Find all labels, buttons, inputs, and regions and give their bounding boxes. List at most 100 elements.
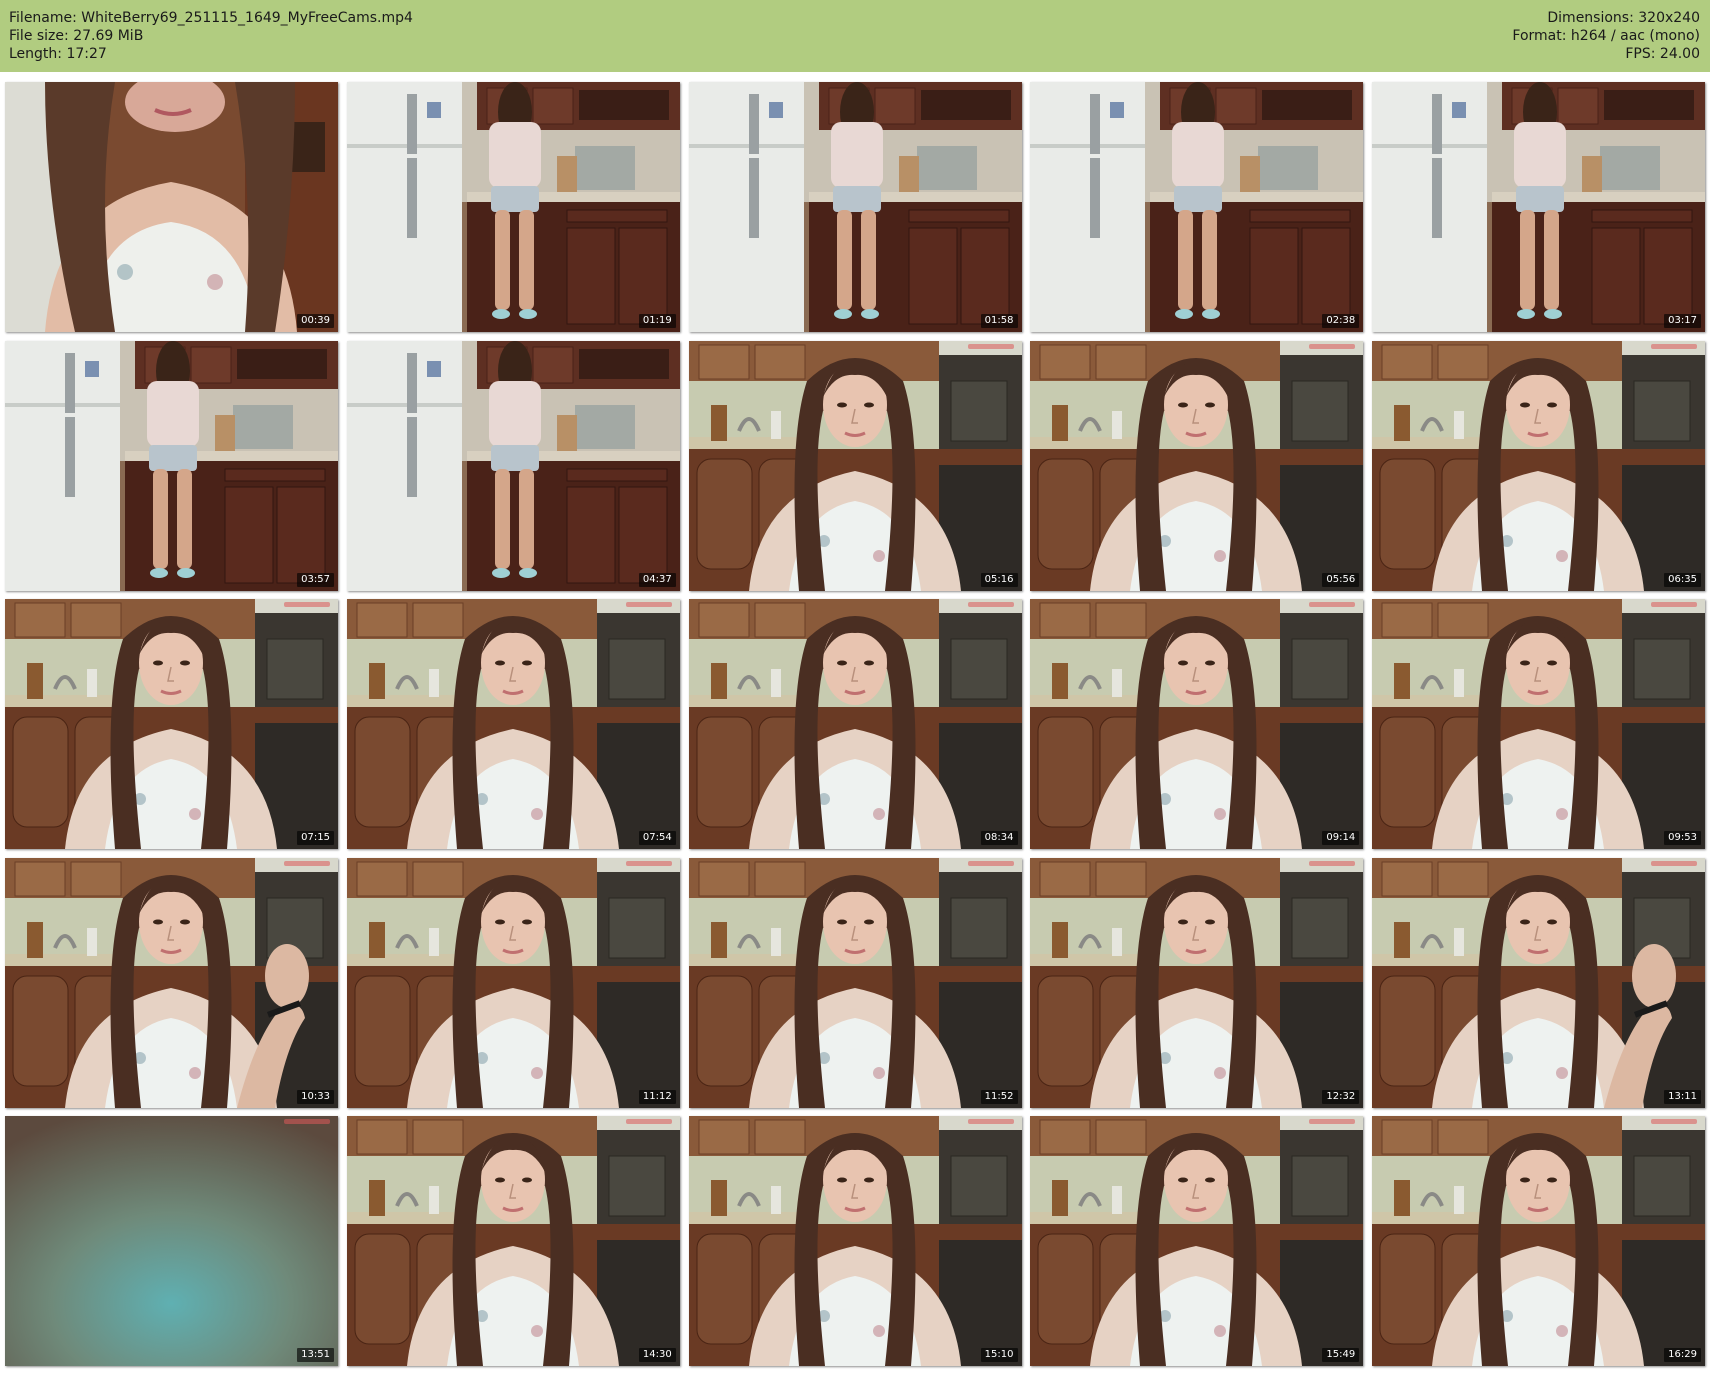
filename-label: Filename: WhiteBerry69_251115_1649_MyFre… xyxy=(9,10,413,26)
fps-label: FPS: 24.00 xyxy=(1625,46,1700,62)
thumbnail-frame: 07:15 xyxy=(5,599,338,849)
watermark-mark xyxy=(1651,602,1697,607)
thumbnail-frame: 14:30 xyxy=(346,1116,680,1366)
frame-timestamp: 01:19 xyxy=(638,314,676,328)
thumbnail-frame: 01:58 xyxy=(688,82,1022,332)
file-info-right: Dimensions: 320x240 Format: h264 / aac (… xyxy=(1512,9,1700,63)
video-frame-image xyxy=(5,340,338,591)
thumbnail-frame: 05:16 xyxy=(688,340,1022,591)
thumbnail-frame: 12:32 xyxy=(1030,857,1364,1108)
thumbnail-frame: 09:53 xyxy=(1372,599,1705,849)
format-label: Format: h264 / aac (mono) xyxy=(1512,28,1700,44)
video-frame-image xyxy=(1030,857,1364,1108)
thumbnail-frame: 11:12 xyxy=(346,857,680,1108)
thumbnail-frame: 10:33 xyxy=(5,857,338,1108)
dimensions-label: Dimensions: 320x240 xyxy=(1547,10,1700,26)
thumbnail-frame: 09:14 xyxy=(1030,599,1364,849)
thumbnail-frame: 15:10 xyxy=(688,1116,1022,1366)
filesize-label: File size: 27.69 MiB xyxy=(9,28,144,44)
frame-timestamp: 04:37 xyxy=(638,572,676,587)
video-frame-image xyxy=(5,599,338,849)
frame-timestamp: 11:12 xyxy=(638,1089,676,1104)
video-frame-image xyxy=(5,82,338,332)
video-frame-image xyxy=(1030,82,1364,332)
video-frame-image xyxy=(346,857,680,1108)
thumbnail-frame: 13:51 xyxy=(5,1116,338,1366)
thumbnail-frame: 01:19 xyxy=(346,82,680,332)
video-frame-image xyxy=(688,857,1022,1108)
video-frame-image xyxy=(346,599,680,849)
watermark-mark xyxy=(967,602,1014,607)
watermark-mark xyxy=(1651,343,1697,349)
thumbnail-frame: 02:38 xyxy=(1030,82,1364,332)
thumbnail-frame: 16:29 xyxy=(1372,1116,1705,1366)
frame-timestamp: 07:15 xyxy=(297,831,334,845)
video-frame-image xyxy=(1372,82,1705,332)
thumbnail-frame: 00:39 xyxy=(5,82,338,332)
frame-timestamp: 05:16 xyxy=(980,572,1018,587)
frame-timestamp: 05:56 xyxy=(1322,572,1360,587)
thumbnail-frame: 08:34 xyxy=(688,599,1022,849)
length-label: Length: 17:27 xyxy=(9,46,107,62)
thumbnail-frame: 05:56 xyxy=(1030,340,1364,591)
file-info-left: Filename: WhiteBerry69_251115_1649_MyFre… xyxy=(9,9,413,63)
video-frame-image xyxy=(688,1116,1022,1366)
frame-timestamp: 10:33 xyxy=(297,1089,334,1104)
frame-timestamp: 12:32 xyxy=(1322,1089,1360,1104)
thumbnail-grid: 00:39 01:19 01:58 02:38 03:17 03:57 04:3… xyxy=(5,82,1707,1370)
thumbnail-frame: 15:49 xyxy=(1030,1116,1364,1366)
video-frame-image xyxy=(5,1116,338,1366)
video-frame-image xyxy=(1372,340,1705,591)
video-frame-image xyxy=(346,82,680,332)
frame-timestamp: 02:38 xyxy=(1322,314,1360,328)
frame-timestamp: 09:53 xyxy=(1664,831,1701,845)
video-frame-image xyxy=(688,82,1022,332)
frame-timestamp: 15:49 xyxy=(1322,1348,1360,1362)
frame-timestamp: 13:51 xyxy=(297,1348,334,1362)
watermark-mark xyxy=(1309,602,1356,607)
watermark-mark xyxy=(1309,1119,1356,1124)
video-frame-image xyxy=(1372,857,1705,1108)
info-header: Filename: WhiteBerry69_251115_1649_MyFre… xyxy=(0,0,1710,72)
video-frame-image xyxy=(1030,340,1364,591)
thumbnail-frame: 07:54 xyxy=(346,599,680,849)
thumbnail-frame: 06:35 xyxy=(1372,340,1705,591)
frame-timestamp: 11:52 xyxy=(980,1089,1018,1104)
frame-timestamp: 16:29 xyxy=(1664,1348,1701,1362)
frame-timestamp: 14:30 xyxy=(638,1348,676,1362)
watermark-mark xyxy=(284,860,330,866)
watermark-mark xyxy=(284,602,330,607)
thumbnail-frame: 04:37 xyxy=(346,340,680,591)
watermark-mark xyxy=(625,602,672,607)
video-frame-image xyxy=(1372,599,1705,849)
frame-timestamp: 08:34 xyxy=(980,831,1018,845)
video-frame-image xyxy=(688,599,1022,849)
video-frame-image xyxy=(688,340,1022,591)
watermark-mark xyxy=(967,1119,1014,1124)
watermark-mark xyxy=(625,1119,672,1124)
watermark-mark xyxy=(1651,1119,1697,1124)
watermark-mark xyxy=(625,860,672,866)
frame-timestamp: 07:54 xyxy=(638,831,676,845)
thumbnail-frame: 13:11 xyxy=(1372,857,1705,1108)
video-frame-image xyxy=(1030,599,1364,849)
frame-timestamp: 13:11 xyxy=(1664,1089,1701,1104)
video-frame-image xyxy=(5,857,338,1108)
video-frame-image xyxy=(1372,1116,1705,1366)
video-frame-image xyxy=(346,1116,680,1366)
thumbnail-frame: 03:57 xyxy=(5,340,338,591)
watermark-mark xyxy=(967,860,1014,866)
thumbnail-frame: 03:17 xyxy=(1372,82,1705,332)
frame-timestamp: 06:35 xyxy=(1664,572,1701,587)
video-frame-image xyxy=(1030,1116,1364,1366)
thumbnail-frame: 11:52 xyxy=(688,857,1022,1108)
watermark-mark xyxy=(967,343,1014,349)
frame-timestamp: 09:14 xyxy=(1322,831,1360,845)
frame-timestamp: 00:39 xyxy=(297,314,334,328)
frame-timestamp: 15:10 xyxy=(980,1348,1018,1362)
frame-timestamp: 03:57 xyxy=(297,572,334,587)
frame-timestamp: 03:17 xyxy=(1664,314,1701,328)
watermark-mark xyxy=(284,1119,330,1124)
watermark-mark xyxy=(1309,343,1356,349)
frame-timestamp: 01:58 xyxy=(980,314,1018,328)
